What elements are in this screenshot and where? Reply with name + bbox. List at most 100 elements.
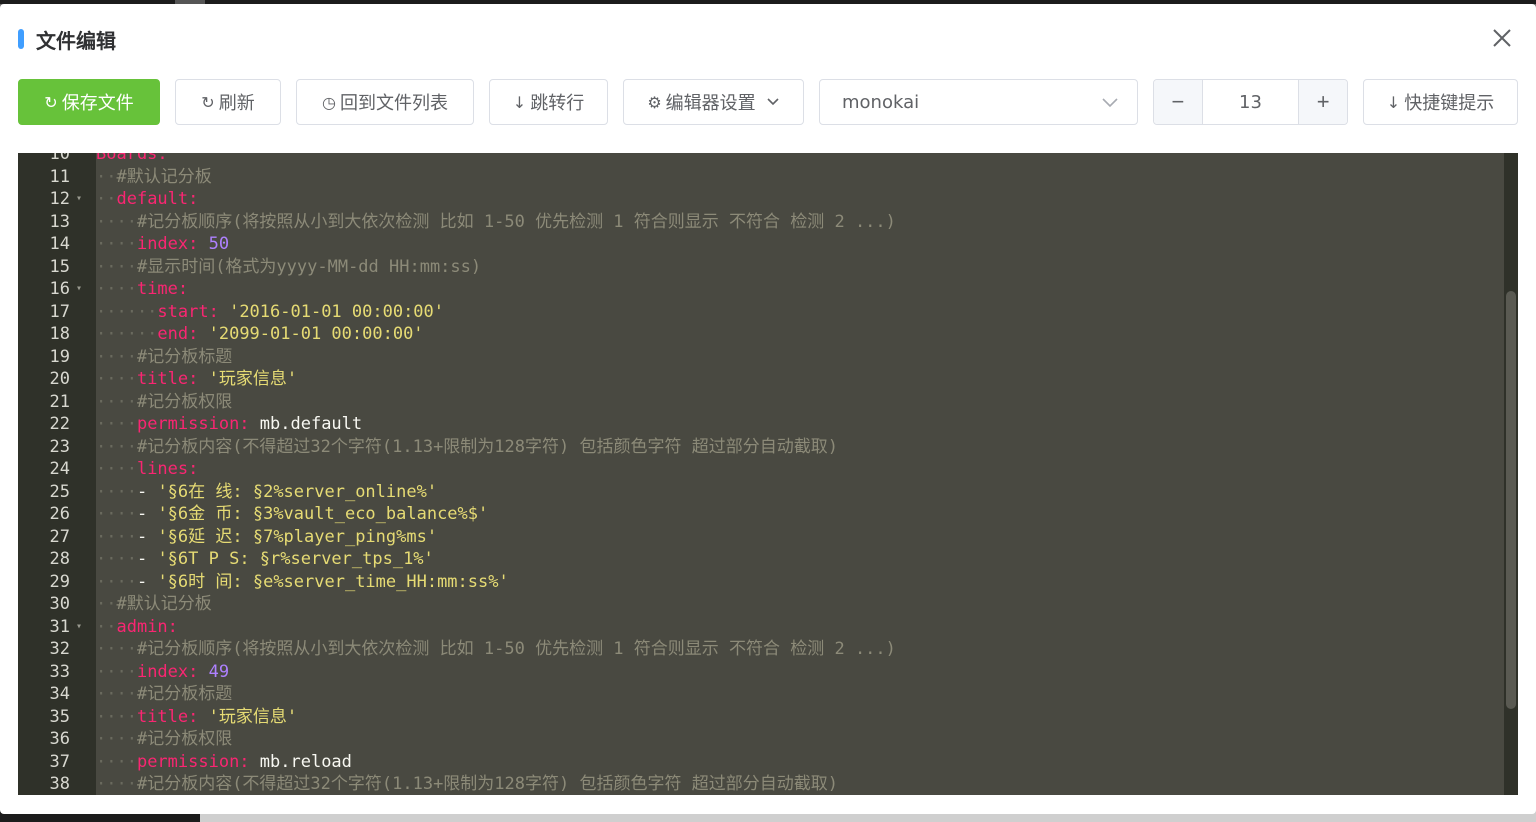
code-token: ···· <box>96 684 137 704</box>
code-line[interactable]: 37 ····permission: mb.reload <box>18 751 1504 774</box>
code-text: ··admin: <box>96 616 178 639</box>
code-token: index: <box>136 661 209 682</box>
close-button[interactable] <box>1486 22 1518 54</box>
code-line[interactable]: 17 ······start: '2016-01-01 00:00:00' <box>18 301 1504 324</box>
code-token: ·· <box>96 166 117 187</box>
editor-settings-dropdown[interactable]: ⚙ 编辑器设置 <box>623 79 804 125</box>
shortcut-hints-label: 快捷键提示 <box>1404 93 1495 114</box>
line-number: 14 <box>49 234 70 254</box>
code-token: #记分板标题 <box>136 346 233 367</box>
line-number: 25 <box>49 481 70 502</box>
line-number: 28 <box>49 549 70 569</box>
code-token: ···· <box>96 639 137 659</box>
font-size-value[interactable]: 13 <box>1203 80 1299 124</box>
code-token: permission: <box>136 414 260 434</box>
code-lines[interactable]: 10 Boards: 11 ··#默认记分板 12 ▾ ··default: 13 ····#记… <box>18 153 1504 795</box>
code-text: ··default: <box>96 188 198 211</box>
code-line[interactable]: 15 ····#显示时间(格式为yyyy-MM-dd HH:mm:ss) <box>18 256 1504 279</box>
code-token: index: <box>136 234 209 254</box>
code-token: '§6金 币: §3%vault_eco_balance%$' <box>157 504 489 524</box>
code-token: ·· <box>96 189 117 209</box>
code-token: lines: <box>136 459 199 479</box>
code-line[interactable]: 25 ····- '§6在 线: §2%server_online%' <box>18 481 1504 504</box>
code-line[interactable]: 22 ····permission: mb.default <box>18 413 1504 436</box>
code-line[interactable]: 20 ····title: '玩家信息' <box>18 368 1504 391</box>
code-token: #默认记分板 <box>116 166 212 187</box>
code-line[interactable]: 29 ····- '§6时 间: §e%server_time_HH:mm:ss%… <box>18 571 1504 594</box>
back-to-file-list-label: 回到文件列表 <box>339 93 448 114</box>
fold-arrow-icon[interactable]: ▾ <box>76 188 86 211</box>
save-file-button[interactable]: ↻ 保存文件 <box>18 79 160 125</box>
code-line[interactable]: 19 ····#记分板标题 <box>18 346 1504 369</box>
line-number: 22 <box>49 414 70 434</box>
line-number: 33 <box>49 661 70 682</box>
code-line[interactable]: 31 ▾ ··admin: <box>18 616 1504 639</box>
theme-select[interactable]: monokai <box>819 79 1138 125</box>
code-line[interactable]: 23 ····#记分板内容(不得超过32个字符(1.13+限制为128字符) 包括… <box>18 436 1504 459</box>
code-line[interactable]: 12 ▾ ··default: <box>18 188 1504 211</box>
file-edit-dialog: 文件编辑 ↻ 保存文件 ↻ 刷新 ◷ 回到文件列表 ↓ 跳转行 ⚙ 编辑器设置 <box>0 4 1536 814</box>
code-line[interactable]: 21 ····#记分板权限 <box>18 391 1504 414</box>
code-line[interactable]: 30 ··#默认记分板 <box>18 593 1504 616</box>
code-token: - <box>136 481 158 502</box>
code-text: ····- '§6时 间: §e%server_time_HH:mm:ss%' <box>96 571 509 594</box>
font-size-stepper[interactable]: − 13 + <box>1153 79 1348 125</box>
line-number: 16 <box>49 279 70 299</box>
code-token: ···· <box>96 436 137 457</box>
code-line[interactable]: 26 ····- '§6金 币: §3%vault_eco_balance%$' <box>18 503 1504 526</box>
code-token: ···· <box>96 706 137 727</box>
code-token: '2099-01-01 00:00:00' <box>208 324 424 344</box>
code-text: ····permission: mb.reload <box>96 751 352 774</box>
refresh-button[interactable]: ↻ 刷新 <box>175 79 281 125</box>
line-number: 17 <box>49 301 70 322</box>
code-editor[interactable]: 10 Boards: 11 ··#默认记分板 12 ▾ ··default: 13 ····#记… <box>18 153 1518 795</box>
increase-font-size-button[interactable]: + <box>1298 80 1347 124</box>
code-token: ···· <box>96 459 137 479</box>
code-token: ···· <box>96 391 137 412</box>
code-text: ····- '§6T P S: §r%server_tps_1%' <box>96 548 434 571</box>
line-number: 11 <box>49 166 70 187</box>
code-token: - <box>136 549 158 569</box>
back-to-file-list-button[interactable]: ◷ 回到文件列表 <box>296 79 474 125</box>
code-line[interactable]: 27 ····- '§6延 迟: §7%player_ping%ms' <box>18 526 1504 549</box>
code-line[interactable]: 35 ····title: '玩家信息' <box>18 706 1504 729</box>
fold-arrow-icon[interactable]: ▾ <box>76 616 86 639</box>
scrollbar-thumb[interactable] <box>1506 291 1516 709</box>
fold-arrow-icon[interactable]: ▾ <box>76 278 86 301</box>
code-line[interactable]: 36 ····#记分板权限 <box>18 728 1504 751</box>
chevron-down-icon <box>767 98 779 106</box>
line-number: 27 <box>49 526 70 547</box>
decrease-font-size-button[interactable]: − <box>1154 80 1203 124</box>
code-line[interactable]: 33 ····index: 49 <box>18 661 1504 684</box>
code-line[interactable]: 24 ····lines: <box>18 458 1504 481</box>
code-line[interactable]: 16 ▾ ····time: <box>18 278 1504 301</box>
code-line[interactable]: 13 ····#记分板顺序(将按照从小到大依次检测 比如 1-50 优先检测 1 … <box>18 211 1504 234</box>
code-token: '2016-01-01 00:00:00' <box>229 301 445 322</box>
code-token: Boards: <box>96 153 168 164</box>
code-line[interactable]: 10 Boards: <box>18 153 1504 166</box>
code-token: permission: <box>136 751 260 772</box>
line-number: 37 <box>49 751 70 772</box>
code-token: ···· <box>96 234 137 254</box>
code-token: ·· <box>96 594 117 614</box>
code-line[interactable]: 38 ····#记分板内容(不得超过32个字符(1.13+限制为128字符) 包括… <box>18 773 1504 795</box>
save-file-label: 保存文件 <box>61 93 134 114</box>
code-token: - <box>136 526 158 547</box>
code-line[interactable]: 18 ······end: '2099-01-01 00:00:00' <box>18 323 1504 346</box>
editor-scrollbar[interactable] <box>1504 153 1518 795</box>
goto-line-button[interactable]: ↓ 跳转行 <box>489 79 608 125</box>
code-line[interactable]: 34 ····#记分板标题 <box>18 683 1504 706</box>
code-token: ···· <box>96 211 137 232</box>
code-line[interactable]: 28 ····- '§6T P S: §r%server_tps_1%' <box>18 548 1504 571</box>
editor-settings-label: 编辑器设置 <box>665 93 756 114</box>
code-text: ····index: 50 <box>96 233 229 256</box>
shortcut-hints-button[interactable]: ↓ 快捷键提示 <box>1363 79 1518 125</box>
code-token: admin: <box>116 616 178 637</box>
code-line[interactable]: 32 ····#记分板顺序(将按照从小到大依次检测 比如 1-50 优先检测 1 … <box>18 638 1504 661</box>
code-token: ···· <box>96 346 137 367</box>
code-token: title: <box>136 369 209 389</box>
line-number: 26 <box>49 504 70 524</box>
code-token: '§6在 线: §2%server_online%' <box>157 481 438 502</box>
code-line[interactable]: 11 ··#默认记分板 <box>18 166 1504 189</box>
code-line[interactable]: 14 ····index: 50 <box>18 233 1504 256</box>
